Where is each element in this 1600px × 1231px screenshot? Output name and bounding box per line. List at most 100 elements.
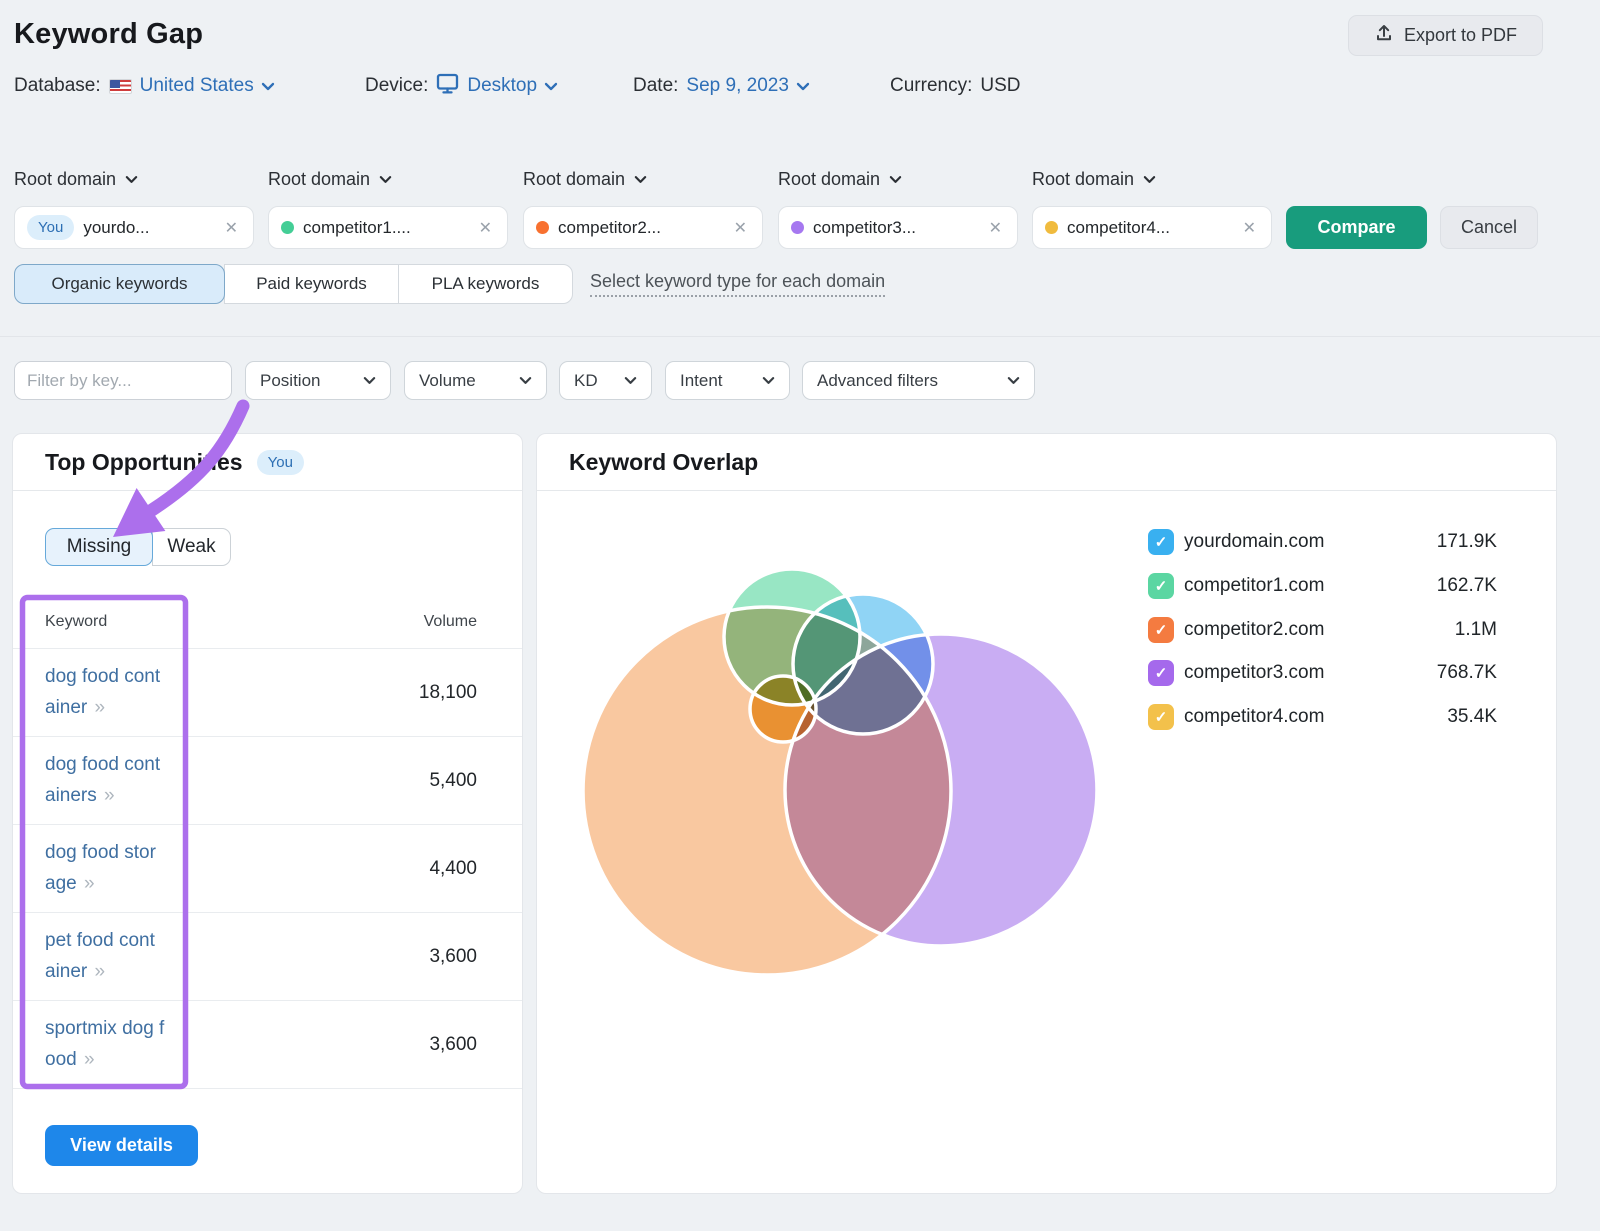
chevron-down-icon	[544, 82, 558, 91]
legend-item-yourdomain: ✓ yourdomain.com 171.9K	[1148, 527, 1497, 557]
legend-keyword-count: 171.9K	[1387, 531, 1497, 553]
double-chevron-icon: »	[102, 785, 115, 806]
chevron-down-icon	[519, 376, 532, 385]
cancel-button[interactable]: Cancel	[1440, 206, 1538, 249]
volume-value: 18,100	[419, 649, 477, 737]
keyword-type-tabs: Organic keywords Paid keywords PLA keywo…	[14, 264, 573, 304]
domain-chip-competitor2[interactable]: competitor2... ✕	[523, 206, 763, 249]
table-row: sportmix dog food » 3,600	[13, 1000, 522, 1088]
date-dropdown[interactable]: Sep 9, 2023	[686, 75, 809, 97]
volume-value: 4,400	[429, 825, 477, 913]
domain-chip-competitor1[interactable]: competitor1.... ✕	[268, 206, 508, 249]
currency-label: Currency:	[890, 75, 972, 97]
legend-keyword-count: 1.1M	[1387, 619, 1497, 641]
legend-item-competitor3: ✓ competitor3.com 768.7K	[1148, 658, 1497, 688]
double-chevron-icon: »	[93, 961, 106, 982]
domain-chip-competitor4[interactable]: competitor4... ✕	[1032, 206, 1272, 249]
close-icon[interactable]: ✕	[476, 216, 495, 240]
section-divider	[0, 336, 1600, 337]
legend-keyword-count: 35.4K	[1387, 706, 1497, 728]
table-header: Keyword Volume	[13, 601, 522, 648]
filter-intent-dropdown[interactable]: Intent	[665, 361, 790, 400]
root-domain-dropdown-5[interactable]: Root domain	[1032, 167, 1156, 191]
top-opportunities-title: Top Opportunities	[45, 449, 243, 476]
legend-domain: competitor4.com	[1184, 706, 1387, 728]
chevron-down-icon	[624, 376, 637, 385]
database-dropdown[interactable]: United States	[140, 75, 275, 97]
filter-position-dropdown[interactable]: Position	[245, 361, 391, 400]
filter-advanced-dropdown[interactable]: Advanced filters	[802, 361, 1035, 400]
checked-checkbox-icon[interactable]: ✓	[1148, 704, 1174, 730]
chevron-down-icon	[363, 376, 376, 385]
search-input[interactable]	[15, 362, 232, 399]
database-selector: Database: United States	[14, 72, 275, 100]
compare-button[interactable]: Compare	[1286, 206, 1427, 249]
filter-volume-dropdown[interactable]: Volume	[404, 361, 547, 400]
you-badge: You	[257, 450, 304, 475]
tab-weak[interactable]: Weak	[152, 528, 231, 566]
double-chevron-icon: »	[82, 873, 95, 894]
chevron-down-icon	[125, 175, 138, 184]
table-row: dog food container » 18,100	[13, 648, 522, 736]
upload-icon	[1374, 23, 1394, 48]
root-domain-dropdown-3[interactable]: Root domain	[523, 167, 647, 191]
keyword-link[interactable]: dog food containers »	[45, 749, 165, 811]
table-row: dog food containers » 5,400	[13, 736, 522, 824]
database-label: Database:	[14, 75, 101, 97]
chevron-down-icon	[379, 175, 392, 184]
legend-domain: competitor1.com	[1184, 575, 1387, 597]
tab-organic-keywords[interactable]: Organic keywords	[14, 264, 225, 304]
tab-missing[interactable]: Missing	[45, 528, 153, 566]
root-domain-dropdown-1[interactable]: Root domain	[14, 167, 138, 191]
domain-chip-yourdomain[interactable]: You yourdo... ✕	[14, 206, 254, 249]
domain-color-dot	[536, 221, 549, 234]
keyword-link[interactable]: sportmix dog food »	[45, 1013, 165, 1075]
table-bottom-border	[13, 1088, 522, 1089]
device-dropdown[interactable]: Desktop	[467, 75, 558, 97]
legend-domain: competitor2.com	[1184, 619, 1387, 641]
tab-paid-keywords[interactable]: Paid keywords	[224, 264, 399, 304]
close-icon[interactable]: ✕	[222, 216, 241, 240]
domain-chip-competitor3[interactable]: competitor3... ✕	[778, 206, 1018, 249]
export-to-pdf-button[interactable]: Export to PDF	[1348, 15, 1543, 56]
root-domain-dropdown-4[interactable]: Root domain	[778, 167, 902, 191]
checked-checkbox-icon[interactable]: ✓	[1148, 573, 1174, 599]
desktop-icon	[436, 73, 459, 100]
keyword-link[interactable]: dog food container »	[45, 661, 165, 723]
chevron-down-icon	[261, 82, 275, 91]
checked-checkbox-icon[interactable]: ✓	[1148, 660, 1174, 686]
volume-value: 5,400	[429, 737, 477, 825]
double-chevron-icon: »	[82, 1049, 95, 1070]
top-opportunities-header: Top Opportunities You	[13, 434, 522, 491]
checked-checkbox-icon[interactable]: ✓	[1148, 617, 1174, 643]
keyword-link[interactable]: dog food storage »	[45, 837, 165, 899]
column-header-volume: Volume	[424, 613, 477, 631]
legend-domain: competitor3.com	[1184, 662, 1387, 684]
root-domain-dropdown-2[interactable]: Root domain	[268, 167, 392, 191]
legend-keyword-count: 768.7K	[1387, 662, 1497, 684]
chevron-down-icon	[634, 175, 647, 184]
chevron-down-icon	[796, 82, 810, 91]
checked-checkbox-icon[interactable]: ✓	[1148, 529, 1174, 555]
close-icon[interactable]: ✕	[986, 216, 1005, 240]
select-keyword-type-link[interactable]: Select keyword type for each domain	[590, 271, 885, 297]
close-icon[interactable]: ✕	[1240, 216, 1259, 240]
opportunity-type-switch: Missing Weak	[45, 528, 231, 566]
domain-color-dot	[791, 221, 804, 234]
device-selector: Device: Desktop	[365, 72, 558, 100]
legend-item-competitor2: ✓ competitor2.com 1.1M	[1148, 615, 1497, 645]
keyword-gap-page: Keyword Gap Export to PDF Database: Unit…	[0, 0, 1600, 1231]
us-flag-icon	[109, 79, 132, 94]
legend-item-competitor4: ✓ competitor4.com 35.4K	[1148, 702, 1497, 732]
legend-keyword-count: 162.7K	[1387, 575, 1497, 597]
keyword-link[interactable]: pet food container »	[45, 925, 165, 987]
filter-kd-dropdown[interactable]: KD	[559, 361, 652, 400]
volume-value: 3,600	[429, 1001, 477, 1089]
view-details-button[interactable]: View details	[45, 1125, 198, 1166]
table-row: dog food storage » 4,400	[13, 824, 522, 912]
close-icon[interactable]: ✕	[731, 216, 750, 240]
tab-pla-keywords[interactable]: PLA keywords	[398, 264, 573, 304]
you-badge: You	[27, 215, 74, 240]
legend-item-competitor1: ✓ competitor1.com 162.7K	[1148, 571, 1497, 601]
domain-color-dot	[281, 221, 294, 234]
